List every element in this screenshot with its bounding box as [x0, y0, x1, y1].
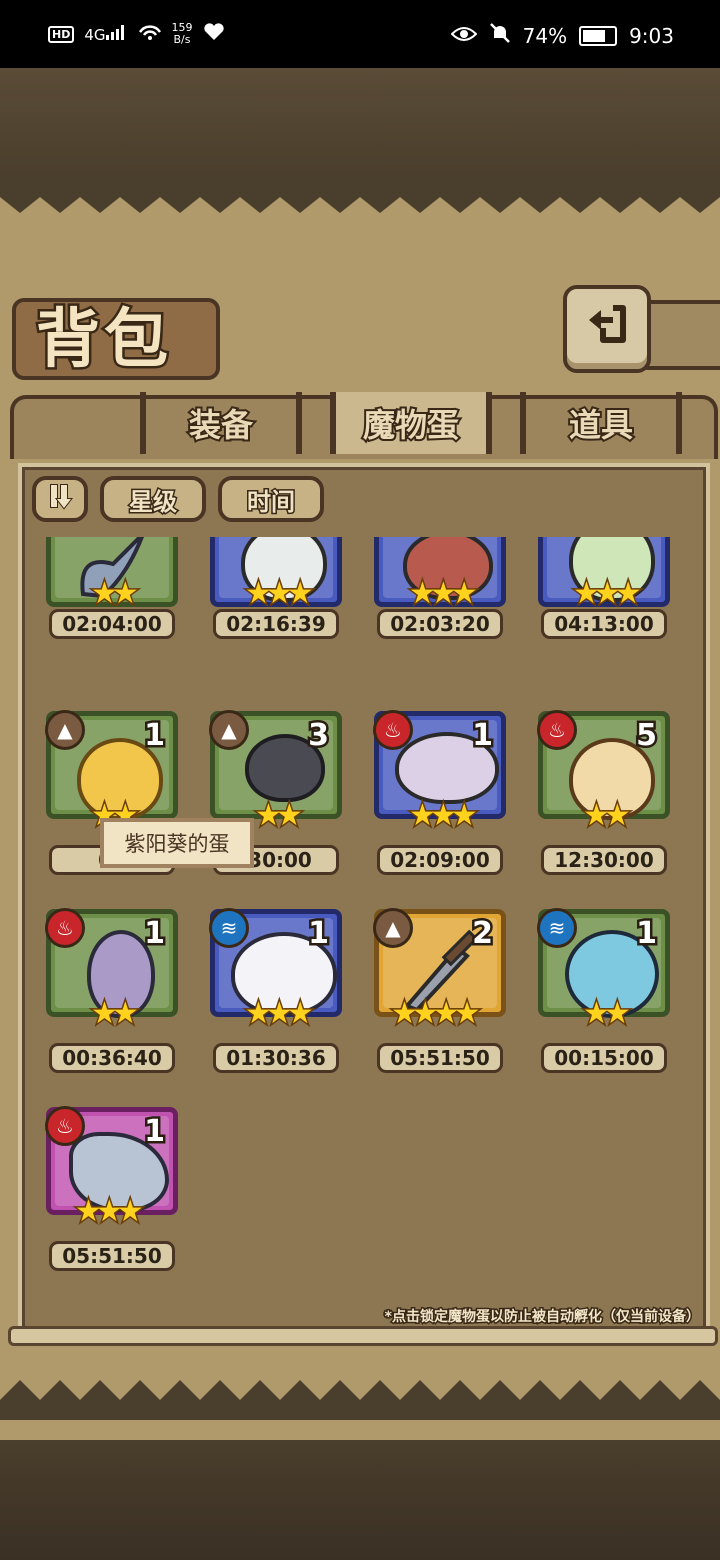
- egg-stars: ★★★★: [390, 995, 483, 1033]
- egg-stars: ★★★: [244, 575, 316, 613]
- egg-stars: ★★: [90, 575, 141, 613]
- sort-order-icon: [46, 482, 74, 516]
- fire-element-icon: ♨: [373, 710, 413, 750]
- egg-card[interactable]: 2 ★★★: [538, 537, 670, 613]
- sort-order-button[interactable]: [32, 476, 88, 522]
- signal-icon: 4G: [84, 24, 127, 44]
- earth-element-icon: ▲: [373, 908, 413, 948]
- egg-card[interactable]: ▲ 2 ★★★★: [373, 908, 506, 1033]
- page-title: 背包: [34, 301, 172, 380]
- egg-hatch-timer: 00:36:40: [49, 1043, 175, 1073]
- egg-hatch-timer: 02:09:00: [377, 845, 503, 875]
- mute-bell-icon: [489, 22, 511, 49]
- egg-count: 1: [142, 914, 168, 954]
- egg-hatch-timer: 05:51:50: [49, 1241, 175, 1271]
- status-bar: HD 4G 159 B/s 74% 9:03: [0, 0, 720, 68]
- water-element-icon: ≋: [537, 908, 577, 948]
- egg-card[interactable]: ≋ 1 ★★: [537, 908, 670, 1033]
- egg-count: 1: [634, 914, 660, 954]
- egg-card[interactable]: ≋ 1 ★★★: [209, 908, 342, 1033]
- egg-stars: ★★: [254, 797, 305, 835]
- egg-stars: ★★: [90, 995, 141, 1033]
- fire-element-icon: ♨: [45, 908, 85, 948]
- egg-count: 5: [634, 716, 660, 756]
- egg-count: 1: [142, 716, 168, 756]
- back-button[interactable]: [563, 285, 651, 373]
- egg-stars: ★★★: [572, 575, 644, 613]
- egg-card[interactable]: ♨ 1 ★★★: [373, 710, 506, 835]
- egg-hatch-timer: 02:03:20: [377, 609, 503, 639]
- panel-bottom-edge: [0, 1380, 720, 1420]
- battery-icon: [579, 25, 618, 46]
- egg-card[interactable]: ♨ 5 ★★: [537, 710, 670, 835]
- egg-card[interactable]: 2 ★★: [46, 537, 178, 613]
- egg-card[interactable]: ♨ 1 ★★: [45, 908, 178, 1033]
- back-arrow-icon: [583, 302, 631, 357]
- egg-hatch-timer: 12:30:00: [541, 845, 667, 875]
- egg-card[interactable]: 1 ★★★: [374, 537, 506, 613]
- egg-card[interactable]: ♨ 1 ★★★: [45, 1106, 178, 1231]
- egg-hatch-timer: 01:30:36: [213, 1043, 339, 1073]
- hd-indicator: HD: [48, 25, 75, 43]
- status-left: HD 4G 159 B/s: [48, 22, 225, 46]
- egg-stars: ★★: [582, 797, 633, 835]
- egg-count: 1: [306, 914, 332, 954]
- egg-count: 1: [470, 716, 496, 756]
- egg-count: 2: [470, 914, 496, 954]
- clock: 9:03: [629, 23, 674, 48]
- water-element-icon: ≋: [209, 908, 249, 948]
- lock-hint-note: *点击锁定魔物蛋以防止被自动孵化（仅当前设备）: [383, 1308, 701, 1327]
- tab-monster-eggs[interactable]: 魔物蛋: [330, 392, 492, 454]
- fire-element-icon: ♨: [537, 710, 577, 750]
- egg-stars: ★★★: [244, 995, 316, 1033]
- egg-stars: ★★: [582, 995, 633, 1033]
- eye-icon: [450, 24, 478, 48]
- net-speed: 159 B/s: [172, 22, 193, 46]
- fire-element-icon: ♨: [45, 1106, 85, 1146]
- heart-icon: [203, 22, 225, 46]
- egg-count: 1: [142, 1112, 168, 1152]
- egg-hatch-timer: 04:13:00: [541, 609, 667, 639]
- egg-grid: 2 ★★ 02:04:00 1 ★★★ 02:16:39 1 ★★★ 02:03…: [22, 537, 698, 1297]
- panel-top-edge: [0, 175, 720, 213]
- egg-stars: ★★★: [74, 1193, 146, 1231]
- egg-name-tooltip: 紫阳葵的蛋: [100, 818, 254, 868]
- egg-card[interactable]: ▲ 3 ★★: [209, 710, 342, 835]
- status-right: 74% 9:03: [450, 22, 674, 49]
- egg-hatch-timer: 00:15:00: [541, 1043, 667, 1073]
- egg-card[interactable]: 1 ★★★: [210, 537, 342, 613]
- egg-hatch-timer: 02:16:39: [213, 609, 339, 639]
- speed-unit: B/s: [173, 33, 191, 46]
- egg-count: 3: [306, 716, 332, 756]
- map-background-top: [0, 68, 720, 178]
- signal-label: 4G: [84, 26, 106, 44]
- panel-bottom-rail: [8, 1326, 718, 1346]
- egg-card[interactable]: ▲ 1 ★★: [45, 710, 178, 835]
- earth-element-icon: ▲: [209, 710, 249, 750]
- battery-percent: 74%: [522, 23, 568, 48]
- egg-hatch-timer: 05:51:50: [377, 1043, 503, 1073]
- egg-hatch-timer: 02:04:00: [49, 609, 175, 639]
- egg-stars: ★★★: [408, 575, 480, 613]
- back-button-base: [640, 300, 720, 370]
- sort-by-star-button[interactable]: 星级: [100, 476, 206, 522]
- tab-equipment[interactable]: 装备: [140, 392, 302, 454]
- egg-stars: ★★★: [408, 797, 480, 835]
- sort-by-time-button[interactable]: 时间: [218, 476, 324, 522]
- map-background-bottom: [0, 1440, 720, 1560]
- wifi-icon: [138, 22, 162, 46]
- tab-items[interactable]: 道具: [520, 392, 682, 454]
- earth-element-icon: ▲: [45, 710, 85, 750]
